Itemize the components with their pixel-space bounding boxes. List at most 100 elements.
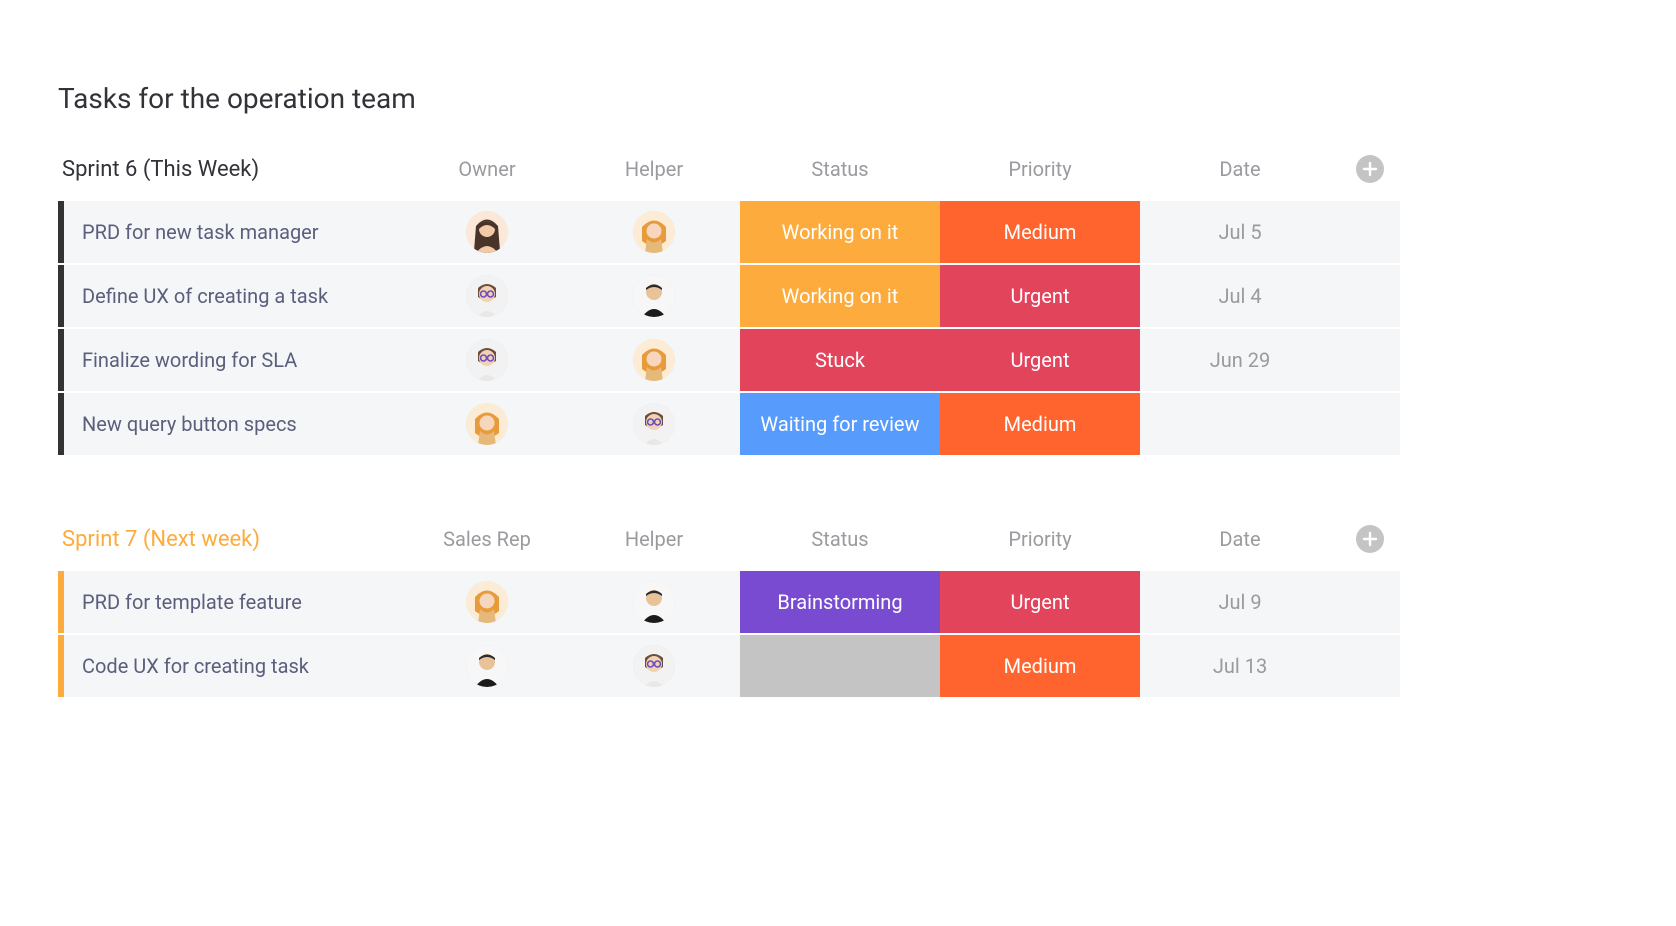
page-title: Tasks for the operation team <box>58 82 1618 115</box>
owner-cell[interactable] <box>406 265 568 327</box>
priority-label: Medium <box>1004 220 1077 244</box>
group-title[interactable]: Sprint 7 (Next week) <box>58 527 406 552</box>
column-header[interactable]: Date <box>1140 157 1340 181</box>
group-title[interactable]: Sprint 6 (This Week) <box>58 157 406 182</box>
priority-cell[interactable]: Medium <box>940 201 1140 263</box>
priority-cell[interactable]: Medium <box>940 393 1140 455</box>
avatar[interactable] <box>633 645 675 687</box>
task-name-cell[interactable]: Finalize wording for SLA <box>58 329 406 391</box>
task-name-cell[interactable]: New query button specs <box>58 393 406 455</box>
status-cell[interactable]: Working on it <box>740 265 940 327</box>
avatar[interactable] <box>466 339 508 381</box>
priority-label: Medium <box>1004 412 1077 436</box>
date-cell[interactable]: Jul 4 <box>1140 265 1340 327</box>
avatar[interactable] <box>633 339 675 381</box>
helper-cell[interactable] <box>568 201 740 263</box>
date-cell[interactable]: Jul 13 <box>1140 635 1340 697</box>
status-cell[interactable]: Brainstorming <box>740 571 940 633</box>
task-group: Sprint 7 (Next week) Sales Rep Helper St… <box>58 525 1618 697</box>
date-label: Jul 5 <box>1218 220 1261 244</box>
helper-cell[interactable] <box>568 265 740 327</box>
avatar[interactable] <box>633 275 675 317</box>
row-accent <box>58 201 64 263</box>
date-cell[interactable] <box>1140 393 1340 455</box>
table-row[interactable]: PRD for new task manager Working on it M… <box>58 201 1618 263</box>
task-name: Define UX of creating a task <box>82 284 328 308</box>
task-name-cell[interactable]: Define UX of creating a task <box>58 265 406 327</box>
priority-cell[interactable]: Medium <box>940 635 1140 697</box>
date-cell[interactable]: Jul 9 <box>1140 571 1340 633</box>
extra-cell[interactable] <box>1340 201 1400 263</box>
helper-cell[interactable] <box>568 635 740 697</box>
avatar[interactable] <box>633 581 675 623</box>
owner-cell[interactable] <box>406 201 568 263</box>
plus-icon[interactable] <box>1356 525 1384 553</box>
table-row[interactable]: PRD for template feature Brainstorming U… <box>58 571 1618 633</box>
column-header[interactable]: Helper <box>568 157 740 181</box>
avatar[interactable] <box>466 581 508 623</box>
priority-cell[interactable]: Urgent <box>940 329 1140 391</box>
table-row[interactable]: Code UX for creating task Medium Jul 13 <box>58 635 1618 697</box>
owner-cell[interactable] <box>406 571 568 633</box>
date-label: Jul 4 <box>1218 284 1261 308</box>
priority-cell[interactable]: Urgent <box>940 571 1140 633</box>
group-rows: PRD for new task manager Working on it M… <box>58 201 1618 455</box>
column-header[interactable]: Status <box>740 527 940 551</box>
avatar[interactable] <box>466 211 508 253</box>
row-accent <box>58 329 64 391</box>
status-cell[interactable]: Waiting for review <box>740 393 940 455</box>
task-name-cell[interactable]: Code UX for creating task <box>58 635 406 697</box>
avatar[interactable] <box>466 275 508 317</box>
group-rows: PRD for template feature Brainstorming U… <box>58 571 1618 697</box>
status-cell[interactable]: Working on it <box>740 201 940 263</box>
owner-cell[interactable] <box>406 393 568 455</box>
column-header[interactable]: Helper <box>568 527 740 551</box>
avatar[interactable] <box>466 645 508 687</box>
avatar[interactable] <box>633 403 675 445</box>
helper-cell[interactable] <box>568 393 740 455</box>
status-cell[interactable] <box>740 635 940 697</box>
priority-label: Medium <box>1004 654 1077 678</box>
group-header-row: Sprint 6 (This Week) Owner Helper Status… <box>58 155 1618 183</box>
column-header[interactable]: Date <box>1140 527 1340 551</box>
task-name-cell[interactable]: PRD for new task manager <box>58 201 406 263</box>
date-cell[interactable]: Jul 5 <box>1140 201 1340 263</box>
priority-cell[interactable]: Urgent <box>940 265 1140 327</box>
table-row[interactable]: Finalize wording for SLA Stuck Urgent Ju… <box>58 329 1618 391</box>
plus-icon[interactable] <box>1356 155 1384 183</box>
status-cell[interactable]: Stuck <box>740 329 940 391</box>
group-header-row: Sprint 7 (Next week) Sales Rep Helper St… <box>58 525 1618 553</box>
column-header[interactable]: Priority <box>940 527 1140 551</box>
add-column[interactable] <box>1340 155 1400 183</box>
column-header[interactable]: Priority <box>940 157 1140 181</box>
extra-cell[interactable] <box>1340 635 1400 697</box>
task-name-cell[interactable]: PRD for template feature <box>58 571 406 633</box>
date-cell[interactable]: Jun 29 <box>1140 329 1340 391</box>
extra-cell[interactable] <box>1340 571 1400 633</box>
table-row[interactable]: New query button specs Waiting for revie… <box>58 393 1618 455</box>
task-name: Code UX for creating task <box>82 654 309 678</box>
helper-cell[interactable] <box>568 571 740 633</box>
status-label: Working on it <box>782 220 899 244</box>
owner-cell[interactable] <box>406 329 568 391</box>
avatar[interactable] <box>633 211 675 253</box>
column-header[interactable]: Status <box>740 157 940 181</box>
column-header[interactable]: Owner <box>406 157 568 181</box>
task-group: Sprint 6 (This Week) Owner Helper Status… <box>58 155 1618 455</box>
row-accent <box>58 571 64 633</box>
extra-cell[interactable] <box>1340 393 1400 455</box>
date-label: Jul 13 <box>1213 654 1267 678</box>
helper-cell[interactable] <box>568 329 740 391</box>
status-label: Brainstorming <box>777 590 902 614</box>
add-column[interactable] <box>1340 525 1400 553</box>
extra-cell[interactable] <box>1340 265 1400 327</box>
date-label: Jun 29 <box>1210 348 1271 372</box>
avatar[interactable] <box>466 403 508 445</box>
extra-cell[interactable] <box>1340 329 1400 391</box>
status-label: Stuck <box>815 348 865 372</box>
priority-label: Urgent <box>1011 284 1070 308</box>
table-row[interactable]: Define UX of creating a task Working on … <box>58 265 1618 327</box>
task-name: PRD for template feature <box>82 590 302 614</box>
column-header[interactable]: Sales Rep <box>406 527 568 551</box>
owner-cell[interactable] <box>406 635 568 697</box>
